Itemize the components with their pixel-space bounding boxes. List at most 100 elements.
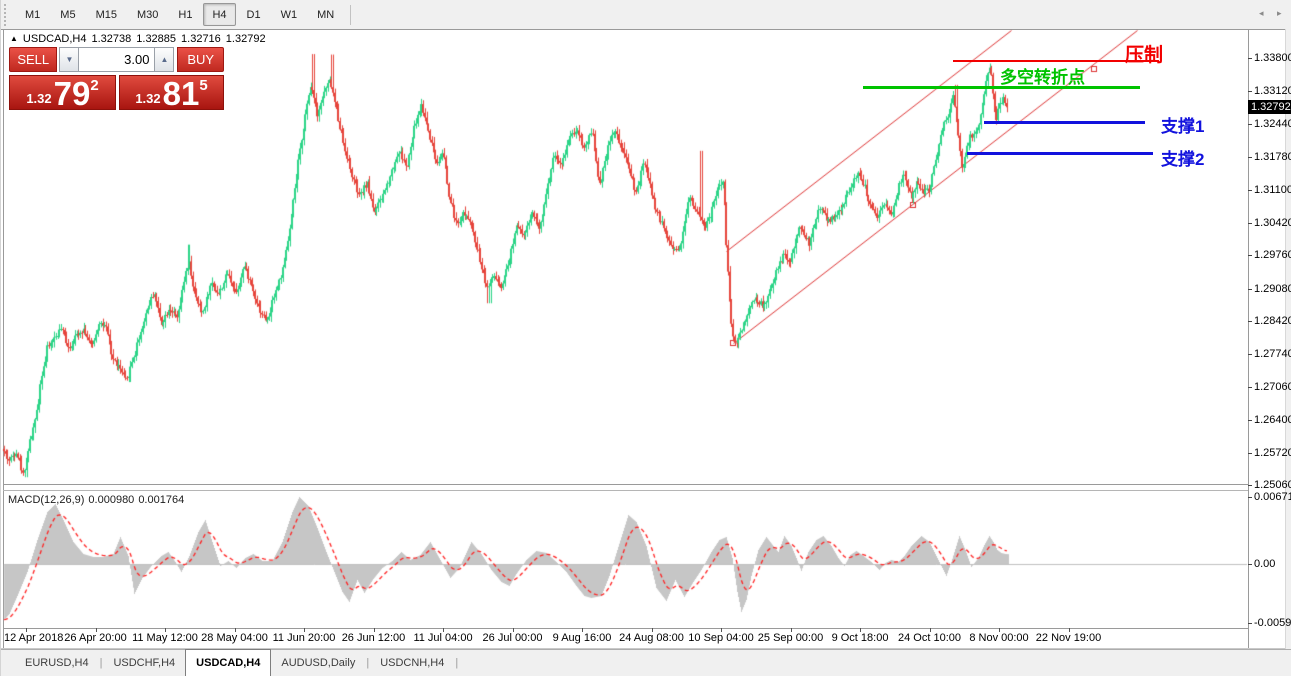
timeframe-button-m1[interactable]: M1 [16,3,49,26]
timeframe-button-w1[interactable]: W1 [272,3,307,26]
timeframe-button-h1[interactable]: H1 [169,3,201,26]
date-axis-label: 11 May 12:00 [132,632,198,644]
timeframe-button-h4[interactable]: H4 [203,3,235,26]
annotation-line-support2[interactable] [967,152,1153,155]
timeframe-button-m15[interactable]: M15 [87,3,126,26]
toolbar-separator [350,5,351,25]
date-axis-label: 12 Apr 2018 [4,632,63,644]
buy-price-big: 81 [163,80,200,108]
annotation-text-support2[interactable]: 支撑2 [1161,145,1204,170]
tab-usdcnh-h4[interactable]: USDCNH,H4 [370,650,454,676]
ohlc-high: 1.32885 [136,33,176,45]
date-axis-label: 9 Aug 16:00 [553,632,612,644]
date-axis-label: 8 Nov 00:00 [969,632,1028,644]
tab-scroll-left-icon[interactable]: ◂ [1259,8,1264,19]
collapse-arrow-icon[interactable]: ▲ [10,34,18,43]
timeframe-button-m30[interactable]: M30 [128,3,167,26]
price-axis-tick [1248,190,1252,191]
buy-button[interactable]: BUY [177,47,224,72]
annotation-text-resistance[interactable]: 压制 [1125,40,1163,67]
annotation-line-support1[interactable] [984,121,1145,124]
price-axis-tick [1248,157,1252,158]
macd-signal-value: 0.001764 [138,494,184,506]
price-axis-label: 1.25060 [1254,479,1291,491]
price-axis-label: 1.31100 [1254,184,1291,196]
macd-axis-tick [1248,623,1252,624]
date-axis-label: 25 Sep 00:00 [758,632,823,644]
price-axis-label: 1.27060 [1254,381,1291,393]
chart-tab-bar: EURUSD,H4|USDCHF,H4USDCAD,H4AUDUSD,Daily… [1,649,1291,676]
price-axis-label: 1.26400 [1254,414,1291,426]
price-axis-label: 1.33800 [1254,52,1291,64]
buy-price-button[interactable]: 1.32 81 5 [119,75,224,110]
price-axis-label: 1.28420 [1254,315,1291,327]
tab-usdchf-h4[interactable]: USDCHF,H4 [103,650,185,676]
current-price-tag: 1.32792 [1248,100,1291,114]
date-axis-tick [513,628,514,632]
price-axis-label: 1.25720 [1254,447,1291,459]
ohlc-low: 1.32716 [181,33,221,45]
macd-indicator-label: MACD(12,26,9)0.0009800.001764 [8,494,188,506]
ohlc-open: 1.32738 [92,33,132,45]
date-axis-tick [235,628,236,632]
date-axis-tick [791,628,792,632]
tab-audusd-daily[interactable]: AUDUSD,Daily [271,650,365,676]
date-axis-tick [930,628,931,632]
date-axis-tick [165,628,166,632]
volume-stepper: ▼ ▲ [59,47,174,72]
price-axis-tick [1248,58,1252,59]
price-axis-label: 1.30420 [1254,217,1291,229]
mt4-window: M1M5M15M30H1H4D1W1MN ▲ USDCAD,H4 1.32738 1.… [0,0,1291,676]
volume-increase-button[interactable]: ▲ [154,47,174,72]
price-axis-tick [1248,420,1252,421]
volume-decrease-button[interactable]: ▼ [59,47,79,72]
price-axis-tick [1248,255,1252,256]
date-axis-tick [652,628,653,632]
sell-price-button[interactable]: 1.32 79 2 [9,75,116,110]
timeframe-toolbar: M1M5M15M30H1H4D1W1MN [1,0,1291,30]
date-axis-tick [582,628,583,632]
price-axis-tick [1248,354,1252,355]
macd-name: MACD(12,26,9) [8,494,84,506]
price-axis-tick [1248,91,1252,92]
price-axis-label: 1.29760 [1254,249,1291,261]
price-axis-tick [1248,453,1252,454]
tab-eurusd-h4[interactable]: EURUSD,H4 [15,650,99,676]
macd-axis-label: -0.005925 [1254,617,1291,629]
sell-price-big: 79 [54,80,91,108]
tab-usdcad-h4[interactable]: USDCAD,H4 [185,649,271,676]
buy-price-prefix: 1.32 [135,92,160,108]
tab-separator: | [100,657,103,669]
date-axis-label: 10 Sep 04:00 [688,632,753,644]
price-axis-tick [1248,289,1252,290]
date-axis-label: 26 Jun 12:00 [342,632,406,644]
date-axis-tick [96,628,97,632]
tab-scroll-right-icon[interactable]: ▸ [1277,8,1282,19]
date-axis-label: 26 Apr 20:00 [64,632,126,644]
price-axis-label: 1.31780 [1254,151,1291,163]
chart-symbol-label: USDCAD,H4 [23,33,87,45]
annotation-text-support1[interactable]: 支撑1 [1161,112,1204,137]
sell-price-prefix: 1.32 [26,92,51,108]
annotation-text-pivot[interactable]: 多空转折点 [1000,63,1085,88]
price-axis-tick [1248,485,1252,486]
one-click-trade-panel: SELL ▼ ▲ BUY 1.32 79 2 1.32 81 5 [9,47,224,110]
date-axis-tick [26,628,27,632]
date-axis-tick [374,628,375,632]
price-axis-label: 1.32440 [1254,118,1291,130]
sell-button[interactable]: SELL [9,47,57,72]
tab-separator: | [366,657,369,669]
date-axis-label: 9 Oct 18:00 [832,632,889,644]
sell-price-sup: 2 [90,77,98,94]
volume-input[interactable] [79,47,154,72]
price-axis-tick [1248,321,1252,322]
price-axis-label: 1.33120 [1254,85,1291,97]
date-axis-label: 24 Oct 10:00 [898,632,961,644]
buy-price-sup: 5 [199,77,207,94]
timeframe-button-m5[interactable]: M5 [51,3,84,26]
timeframe-button-mn[interactable]: MN [308,3,343,26]
price-axis-tick [1248,223,1252,224]
timeframe-button-d1[interactable]: D1 [238,3,270,26]
toolbar-grip[interactable] [4,4,9,26]
date-axis-label: 11 Jul 04:00 [413,632,472,644]
